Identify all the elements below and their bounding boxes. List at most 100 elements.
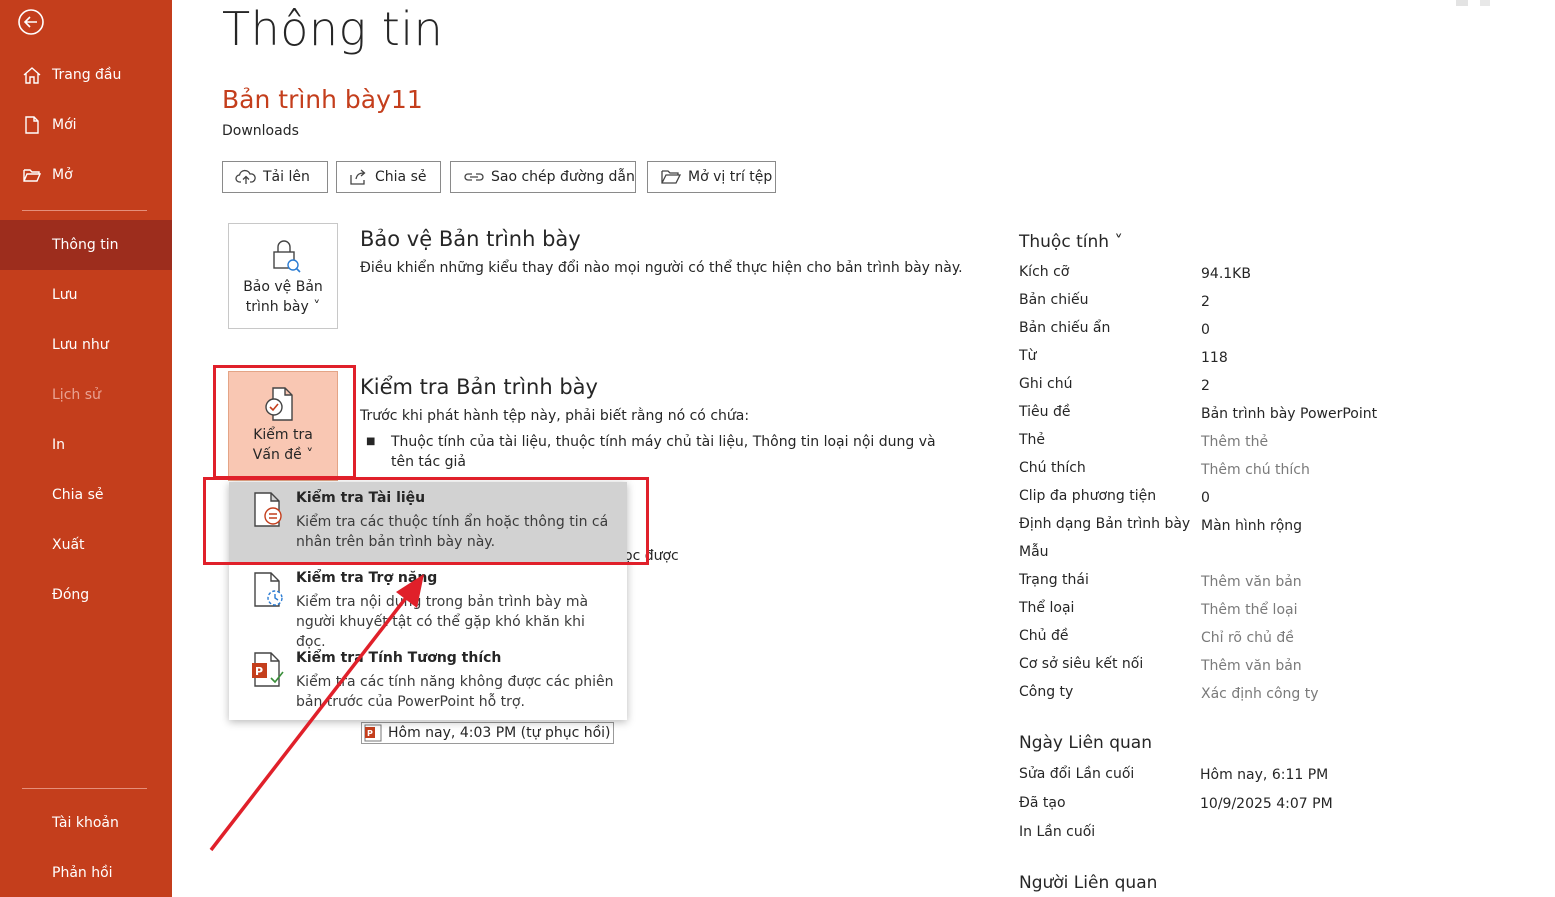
menu-item-title: Kiểm tra Tính Tương thích [296, 650, 502, 666]
back-arrow-icon[interactable] [17, 8, 45, 36]
sidebar-item-print[interactable]: In [0, 423, 172, 467]
inspect-section-desc: Trước khi phát hành tệp này, phải biết r… [360, 408, 750, 424]
property-key: Tiêu đề [1019, 404, 1071, 420]
copy-path-button[interactable]: Sao chép đường dẫn [450, 161, 636, 193]
powerpoint-file-icon: P [364, 724, 382, 742]
property-key: Clip đa phương tiện [1019, 488, 1157, 504]
property-value[interactable]: Thêm văn bản [1201, 574, 1302, 590]
sidebar-item-account[interactable]: Tài khoản [0, 801, 172, 845]
sidebar-item-save-as[interactable]: Lưu như [0, 323, 172, 367]
property-value[interactable]: Thêm thẻ [1201, 434, 1268, 450]
sidebar-divider [22, 210, 147, 211]
property-key: Định dạng Bản trình bày [1019, 516, 1191, 532]
property-key: Trạng thái [1019, 572, 1089, 588]
sidebar-item-label: Mới [52, 117, 77, 133]
copy-path-label: Sao chép đường dẫn [491, 169, 635, 185]
property-key: Mẫu [1019, 544, 1049, 560]
new-document-icon [25, 116, 39, 134]
protect-button-line2: trình bày ˅ [245, 299, 321, 315]
sidebar-item-label: Mở [52, 167, 73, 183]
property-value: 118 [1201, 350, 1228, 366]
compatibility-check-icon: P [252, 652, 284, 687]
window-controls [1436, 0, 1496, 8]
upload-button[interactable]: Tải lên [222, 161, 328, 193]
sidebar-item-label: Chia sẻ [52, 487, 104, 503]
open-location-button[interactable]: Mở vị trí tệp [647, 161, 776, 193]
protect-button-line1: Bảo vệ Bản [243, 279, 323, 295]
sidebar-item-label: Đóng [52, 587, 90, 603]
related-people-header: Người Liên quan [1019, 873, 1158, 893]
date-key: Đã tạo [1019, 795, 1066, 811]
sidebar-item-open[interactable]: Mở [0, 153, 172, 197]
sidebar-item-label: Lưu như [52, 337, 109, 353]
document-location: Downloads [222, 123, 299, 139]
properties-header[interactable]: Thuộc tính ˅ [1019, 232, 1123, 252]
property-value: 2 [1201, 294, 1210, 310]
upload-label: Tải lên [263, 169, 310, 185]
version-item[interactable]: P Hôm nay, 4:03 PM (tự phục hồi) [361, 722, 614, 744]
date-value: Hôm nay, 6:11 PM [1200, 767, 1329, 783]
property-value: 94.1KB [1201, 266, 1251, 282]
menu-item-title: Kiểm tra Trợ năng [296, 570, 438, 586]
sidebar-divider [22, 788, 147, 789]
inspect-bullet-text: Thuộc tính của tài liệu, thuộc tính máy … [391, 434, 936, 470]
protect-section-title: Bảo vệ Bản trình bày [360, 227, 581, 251]
sidebar-item-new[interactable]: Mới [0, 103, 172, 147]
sidebar-item-info[interactable]: Thông tin [0, 220, 172, 270]
bullet-square-icon: ■ [366, 436, 376, 447]
home-icon [23, 67, 41, 84]
cloud-upload-icon [235, 169, 256, 184]
sidebar-item-label: Lịch sử [52, 387, 101, 403]
sidebar-item-close[interactable]: Đóng [0, 573, 172, 617]
property-value[interactable]: Xác định công ty [1201, 686, 1319, 702]
menu-item-check-compatibility[interactable]: P Kiểm tra Tính Tương thích Kiểm tra các… [229, 642, 627, 722]
sidebar-item-feedback[interactable]: Phản hồi [0, 851, 172, 895]
property-value: 2 [1201, 378, 1210, 394]
protect-presentation-button[interactable]: Bảo vệ Bản trình bày ˅ [228, 223, 338, 329]
protect-section-desc: Điều khiển những kiểu thay đổi nào mọi n… [360, 260, 963, 276]
sidebar-item-save[interactable]: Lưu [0, 273, 172, 317]
accessibility-check-icon [254, 572, 283, 607]
folder-open-icon [23, 169, 42, 182]
sidebar-item-label: Xuất [52, 537, 85, 553]
date-value: 10/9/2025 4:07 PM [1200, 796, 1333, 812]
property-value[interactable]: Thêm chú thích [1201, 462, 1310, 478]
menu-item-check-accessibility[interactable]: Kiểm tra Trợ năng Kiểm tra nội dung tron… [229, 562, 627, 650]
property-key: Thể loại [1019, 600, 1075, 616]
property-key: Cơ sở siêu kết nối [1019, 656, 1144, 672]
date-key: In Lần cuối [1019, 824, 1096, 840]
property-key: Bản chiếu [1019, 292, 1089, 308]
related-dates-header: Ngày Liên quan [1019, 733, 1152, 753]
property-value: 0 [1201, 490, 1210, 506]
property-key: Chú thích [1019, 460, 1086, 476]
sidebar-item-home[interactable]: Trang đầu [0, 53, 172, 97]
property-key: Bản chiếu ẩn [1019, 320, 1111, 336]
sidebar-item-label: Tài khoản [52, 815, 119, 831]
link-icon [464, 173, 484, 181]
property-value[interactable]: Thêm thể loại [1201, 602, 1297, 618]
sidebar-item-label: Lưu [52, 287, 78, 303]
sidebar-item-export[interactable]: Xuất [0, 523, 172, 567]
property-value[interactable]: Chỉ rõ chủ đề [1201, 630, 1294, 646]
lock-key-icon [273, 240, 301, 273]
inspect-section-title: Kiểm tra Bản trình bày [360, 375, 598, 399]
version-label: Hôm nay, 4:03 PM (tự phục hồi) [388, 725, 611, 741]
sidebar-item-share[interactable]: Chia sẻ [0, 473, 172, 517]
sidebar-item-label: Phản hồi [52, 865, 113, 881]
property-key: Từ [1019, 348, 1037, 364]
property-value[interactable]: Thêm văn bản [1201, 658, 1302, 674]
sidebar-item-label: In [52, 437, 66, 453]
menu-item-desc: Kiểm tra các tính năng không được các ph… [296, 674, 614, 710]
date-key: Sửa đổi Lần cuối [1019, 766, 1135, 782]
property-key: Thẻ [1019, 432, 1046, 448]
document-name: Bản trình bày11 [222, 85, 423, 114]
share-icon [350, 169, 366, 185]
property-key: Công ty [1019, 684, 1074, 700]
property-key: Ghi chú [1019, 376, 1073, 392]
open-location-label: Mở vị trí tệp [688, 169, 773, 185]
window-control-icon [1480, 0, 1490, 6]
share-button[interactable]: Chia sẻ [336, 161, 441, 193]
sidebar-item-history: Lịch sử [0, 373, 172, 417]
sidebar-item-label: Trang đầu [52, 67, 122, 83]
backstage-sidebar: Trang đầu Mới Mở Thông tin Lưu Lưu như L… [0, 0, 172, 897]
